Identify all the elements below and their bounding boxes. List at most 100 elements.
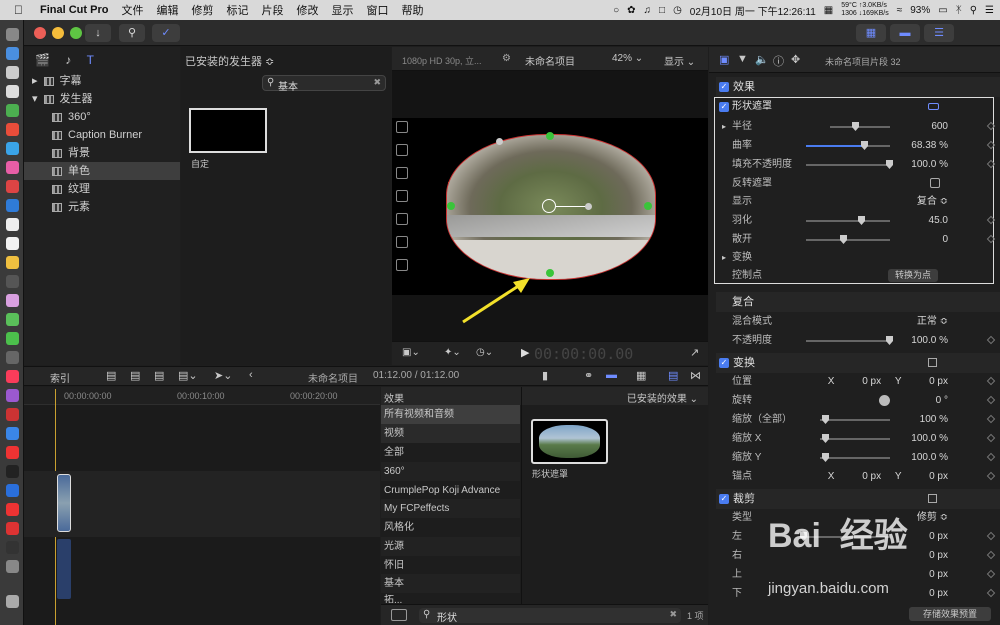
param-curvature[interactable]: 曲率 68.38 % xyxy=(716,136,1000,155)
facetime-icon[interactable] xyxy=(6,332,19,345)
minimize-button[interactable] xyxy=(52,27,64,39)
app-icon[interactable] xyxy=(6,218,19,231)
transform-section-header[interactable]: ✓ 变换 xyxy=(716,353,1000,373)
viewer-display-menu[interactable]: 显示 ⌄ xyxy=(664,53,695,68)
keyframe-icon[interactable] xyxy=(986,452,996,462)
fullscreen-button[interactable] xyxy=(70,27,82,39)
snapping-icon[interactable]: ▬ xyxy=(606,369,617,381)
effects-section-header[interactable]: ✓ 效果 xyxy=(716,77,1000,97)
save-effects-preset-button[interactable]: 存储效果预置 xyxy=(909,607,991,621)
curvature-handle[interactable] xyxy=(496,138,503,145)
viewer-format[interactable]: 1080p HD 30p, 立... xyxy=(402,54,482,67)
append-clip-icon[interactable]: ▤ xyxy=(154,369,164,382)
control-point-right[interactable] xyxy=(644,202,652,210)
control-point-bottom[interactable] xyxy=(546,269,554,277)
app-icon[interactable] xyxy=(6,275,19,288)
param-rotation[interactable]: 旋转 0 ° xyxy=(716,391,1000,410)
skimming-icon[interactable]: ▮ xyxy=(542,369,548,382)
control-point-top[interactable] xyxy=(546,132,554,140)
keyframe-icon[interactable] xyxy=(986,531,996,541)
sidebar-toggle-icon[interactable] xyxy=(391,609,407,621)
app-icon[interactable] xyxy=(6,446,19,459)
safari-icon[interactable] xyxy=(6,47,19,60)
photos-icon[interactable] xyxy=(6,294,19,307)
curvature-slider[interactable] xyxy=(806,141,890,150)
browser-search-field[interactable]: ⚲ 基本 ✖ xyxy=(262,75,386,93)
param-transform[interactable]: ▸ 变换 xyxy=(716,248,1000,267)
effect-category[interactable]: 怀旧 xyxy=(381,556,520,575)
menu-window[interactable]: 窗口 xyxy=(366,2,388,18)
keyframe-icon[interactable] xyxy=(986,234,996,244)
ghost-icon[interactable]: ○ xyxy=(613,5,619,16)
control-point-left[interactable] xyxy=(447,202,455,210)
opacity-slider[interactable] xyxy=(806,336,893,345)
menu-modify[interactable]: 修改 xyxy=(296,2,318,18)
music-app-icon[interactable] xyxy=(6,370,19,383)
effect-category[interactable]: 全部 xyxy=(381,443,520,462)
keyframe-icon[interactable] xyxy=(986,159,996,169)
center-handle[interactable] xyxy=(542,199,556,213)
shape-mask-thumbnail[interactable] xyxy=(531,419,608,464)
crop-section-header[interactable]: ✓ 裁剪 xyxy=(716,489,1000,509)
show-browser-button[interactable]: ▦ xyxy=(856,24,886,42)
keyframe-icon[interactable] xyxy=(986,471,996,481)
final-cut-icon[interactable] xyxy=(6,541,19,554)
keyframe-icon[interactable] xyxy=(986,433,996,443)
viewer-zoom[interactable]: 42% ⌄ xyxy=(612,53,643,64)
vpn-icon[interactable] xyxy=(6,484,19,497)
clip-appearance-icon[interactable]: ▦ xyxy=(636,369,646,382)
launchpad-icon[interactable] xyxy=(6,66,19,79)
param-display[interactable]: 显示 复合 ≎ xyxy=(716,192,1000,211)
android-icon[interactable] xyxy=(6,104,19,117)
clear-search-icon[interactable]: ✖ xyxy=(373,77,381,88)
apple-menu-icon[interactable]:  xyxy=(14,3,23,17)
disclosure-open-icon[interactable]: ▾ xyxy=(32,93,38,105)
tree-item-backgrounds[interactable]: 背景 xyxy=(24,144,180,162)
headphones-icon[interactable]: ⚭ xyxy=(584,369,593,382)
generator-thumbnail[interactable] xyxy=(189,108,267,153)
param-opacity[interactable]: 不透明度 100.0 % xyxy=(716,331,1000,350)
param-radius[interactable]: ▸ 半径 600 xyxy=(716,117,1000,136)
keyframe-icon[interactable] xyxy=(986,550,996,560)
effect-category[interactable]: My FCPeffects xyxy=(381,499,520,518)
param-scale-y[interactable]: 缩放 Y 100.0 % xyxy=(716,448,1000,467)
tree-item-generators[interactable]: ▾ 发生器 xyxy=(24,90,180,108)
keyframe-icon[interactable] xyxy=(986,588,996,598)
app-icon[interactable] xyxy=(6,408,19,421)
app-icon[interactable] xyxy=(6,199,19,212)
effect-category[interactable]: 视频 xyxy=(381,424,520,443)
browser-search-input[interactable]: 基本 xyxy=(278,78,298,93)
yandex-icon[interactable] xyxy=(6,503,19,516)
keyframe-icon[interactable] xyxy=(986,569,996,579)
app-icon[interactable] xyxy=(6,351,19,364)
effect-category[interactable]: 360° xyxy=(381,462,520,481)
tree-item-caption-burner[interactable]: Caption Burner xyxy=(24,126,180,144)
chrome-icon[interactable] xyxy=(6,123,19,136)
timeline-area[interactable]: 00:00:00:00 00:00:10:00 00:00:20:00 xyxy=(24,387,380,625)
menu-clip[interactable]: 片段 xyxy=(261,2,283,18)
browser-title[interactable]: 已安装的发生器 ≎ xyxy=(185,53,274,69)
calendar-icon[interactable] xyxy=(6,237,19,250)
finder-icon[interactable] xyxy=(6,28,19,41)
play-icon[interactable]: ▶ xyxy=(521,346,529,359)
show-inspector-button[interactable]: ☰ xyxy=(924,24,954,42)
keyframe-icon[interactable] xyxy=(986,376,996,386)
transform-checkbox[interactable]: ✓ xyxy=(719,358,729,368)
connect-clip-icon[interactable]: ▤ xyxy=(106,369,116,382)
clock-icon[interactable]: ◷ xyxy=(673,5,682,16)
color-inspector-icon[interactable]: ▼ xyxy=(737,53,748,65)
keyframe-icon[interactable] xyxy=(986,121,996,131)
back-icon[interactable]: ‹ xyxy=(249,369,253,381)
scale-x-slider[interactable] xyxy=(820,434,890,443)
audio-clip[interactable] xyxy=(57,539,71,599)
fullscreen-icon[interactable]: ↗ xyxy=(690,346,699,359)
effect-category[interactable]: 风格化 xyxy=(381,518,520,537)
keywords-button[interactable]: ⚲ xyxy=(119,24,145,42)
terminal-icon[interactable] xyxy=(6,465,19,478)
bluetooth-icon[interactable]: ᛡ xyxy=(956,5,962,16)
effects-search-field[interactable]: ⚲ 形状 ✖ xyxy=(419,608,681,624)
effect-category[interactable]: 光源 xyxy=(381,537,520,556)
grid-icon[interactable]: ▦ xyxy=(824,5,833,16)
effects-filter-menu[interactable]: 已安装的效果 ⌄ xyxy=(627,390,698,405)
effects-browser-icon[interactable]: ▤ xyxy=(668,369,678,382)
